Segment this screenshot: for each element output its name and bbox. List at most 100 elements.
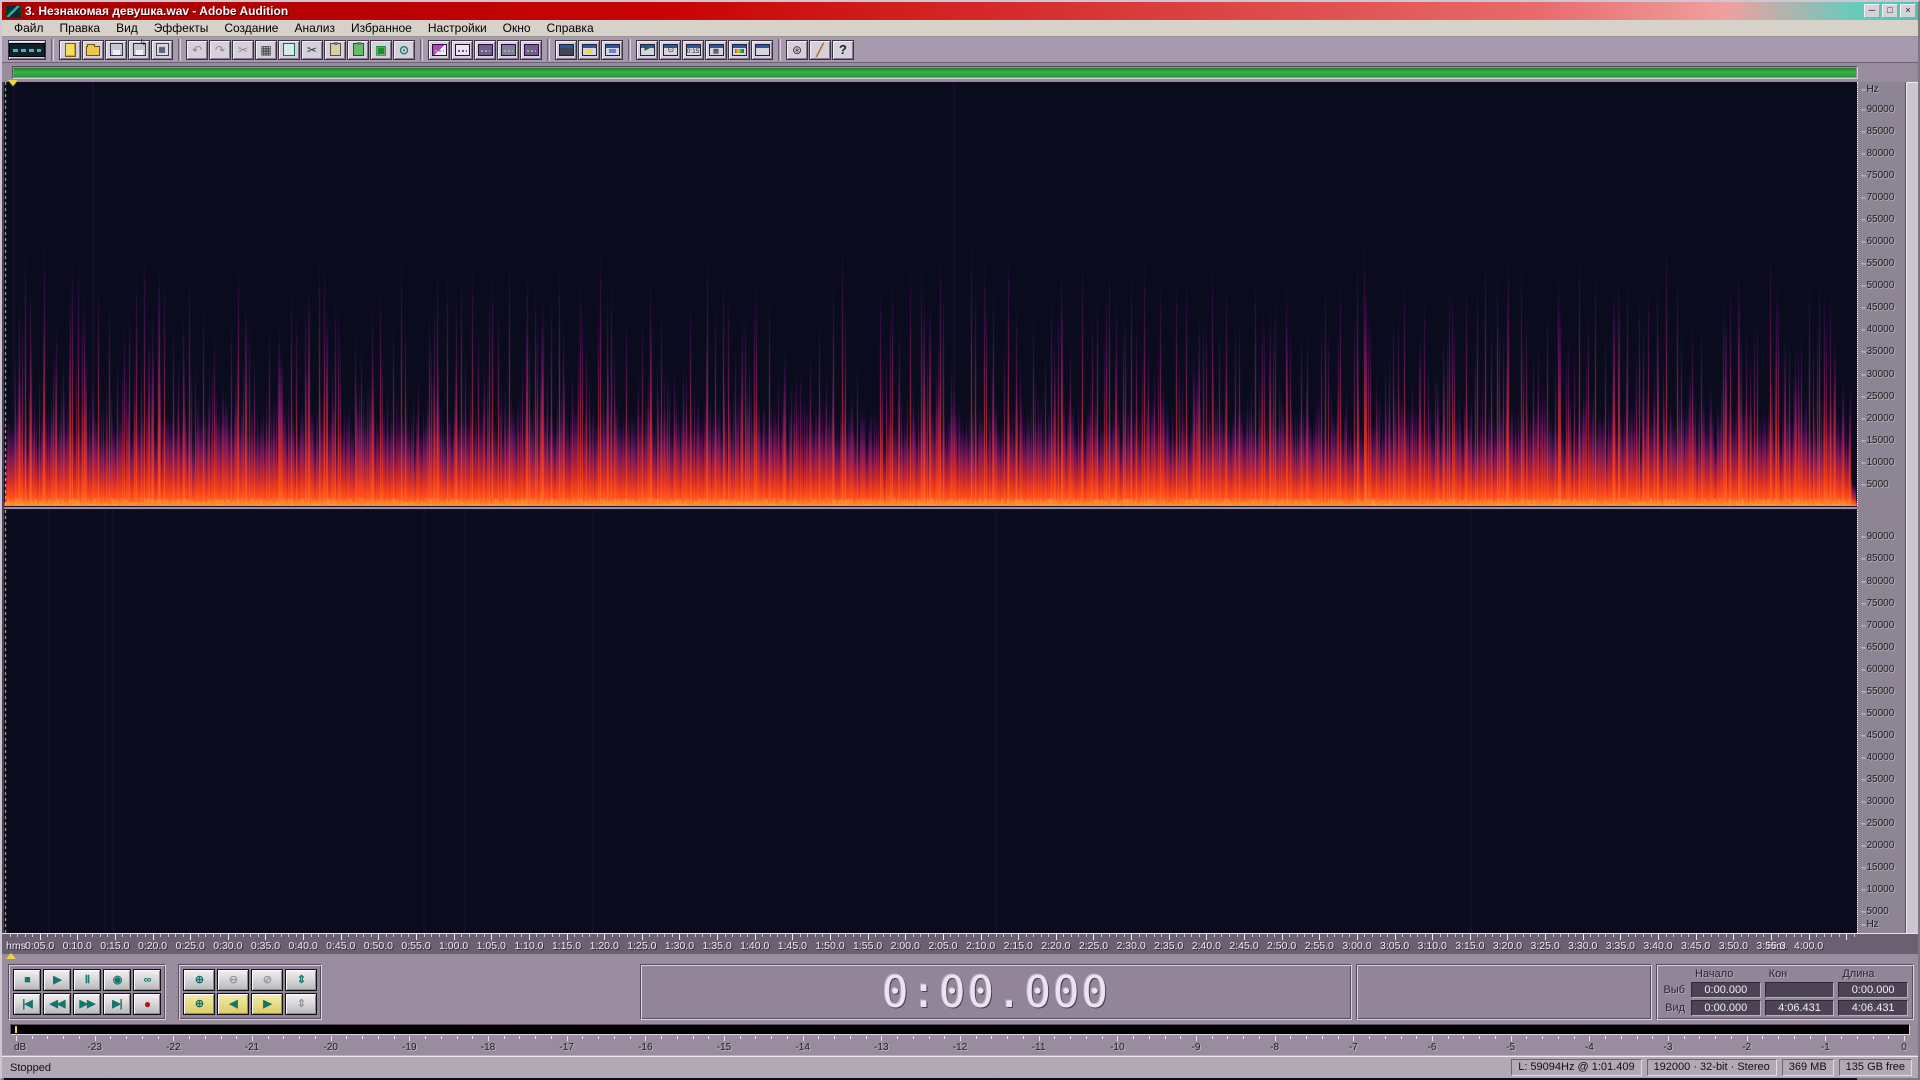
grid-panel-button[interactable]: ▦ bbox=[705, 39, 727, 60]
timeline-tick bbox=[355, 934, 357, 937]
cut-button[interactable]: ✂ bbox=[301, 39, 323, 60]
amplitude-statistics-button[interactable] bbox=[520, 39, 542, 60]
frequency-ruler[interactable]: Hz 90000 85000 80000 75000 70000 65000 60000 550… bbox=[1857, 82, 1905, 933]
menu-Правка[interactable]: Правка bbox=[52, 20, 109, 36]
level-meter[interactable] bbox=[2, 1023, 1918, 1036]
cue-list-window-button[interactable] bbox=[578, 39, 600, 60]
play-list-window-button[interactable] bbox=[601, 39, 623, 60]
db-ruler[interactable]: dB -23 -22 -21 -20 -19 -18 -17 -16 -15 -14 -13 -12 -1… bbox=[2, 1036, 1918, 1056]
phase-analysis-button[interactable] bbox=[497, 39, 519, 60]
palette-panel-button[interactable] bbox=[728, 39, 750, 60]
copy-button[interactable] bbox=[278, 39, 300, 60]
menu-Анализ[interactable]: Анализ bbox=[286, 20, 343, 36]
timeline-ruler[interactable]: hms hms 0:05.0 0:10.0 0:15.0 0:20.0 0:25.0 0:30… bbox=[2, 933, 1918, 954]
play-button[interactable]: ▶ bbox=[43, 969, 71, 991]
go-to-end-button[interactable]: ▶| bbox=[103, 993, 131, 1015]
zoom-in-button[interactable]: ⊕ bbox=[183, 969, 215, 991]
title-bar[interactable]: 3. Незнакомая девушка.wav - Adobe Auditi… bbox=[2, 2, 1918, 20]
menu-Окно[interactable]: Окно bbox=[495, 20, 539, 36]
db-tick bbox=[1762, 1036, 1764, 1039]
pause-button[interactable]: Ⅱ bbox=[73, 969, 101, 991]
close-button[interactable]: × bbox=[1900, 4, 1916, 18]
info-field[interactable]: 4:06.431 bbox=[1764, 1000, 1835, 1016]
db-label: -23 bbox=[87, 1042, 102, 1053]
timeline-label: 0:45.0 bbox=[326, 940, 356, 952]
freq-label: 90000 bbox=[1861, 531, 1894, 542]
timeline-tick bbox=[1078, 934, 1080, 937]
restore-button[interactable]: □ bbox=[1882, 4, 1898, 18]
timeline-tick bbox=[393, 934, 395, 937]
vertical-scrollbar[interactable] bbox=[1905, 82, 1918, 933]
mix-paste-button[interactable]: ▣ bbox=[370, 39, 392, 60]
scripts-button[interactable]: ⊛ bbox=[786, 39, 808, 60]
menu-Эффекты[interactable]: Эффекты bbox=[146, 20, 217, 36]
menu-Избранное[interactable]: Избранное bbox=[343, 20, 420, 36]
favorites-edit-button[interactable]: ╱ bbox=[809, 39, 831, 60]
go-to-start-button[interactable]: |◀ bbox=[13, 993, 41, 1015]
minimize-button[interactable]: ─ bbox=[1864, 4, 1880, 18]
playhead-marker-top[interactable] bbox=[8, 80, 18, 86]
db-tick bbox=[928, 1036, 930, 1039]
timeline-ticks[interactable]: hms hms 0:05.0 0:10.0 0:15.0 0:20.0 0:25.0 0:30… bbox=[2, 934, 1857, 954]
paste-button[interactable] bbox=[324, 39, 346, 60]
cursor-panel-button[interactable] bbox=[636, 39, 658, 60]
help-button[interactable]: ? bbox=[832, 39, 854, 60]
rewind-button[interactable]: ◀◀ bbox=[43, 993, 71, 1015]
db-tick bbox=[157, 1036, 159, 1039]
zoom-in-vertical-button[interactable]: ⇕ bbox=[285, 969, 317, 991]
info-field[interactable] bbox=[1764, 982, 1835, 998]
help-icon: ? bbox=[839, 41, 847, 57]
frequency-ruler-right-channel[interactable]: Hz 90000 85000 80000 75000 70000 65000 60000 550… bbox=[1857, 510, 1905, 933]
clock-panel-button[interactable] bbox=[659, 39, 681, 60]
timeline-tick bbox=[1642, 934, 1644, 937]
edit-multitrack-view-toggle-button[interactable] bbox=[8, 39, 46, 60]
info-field[interactable]: 0:00.000 bbox=[1691, 982, 1761, 998]
time-format-panel-button[interactable]: 0:15 bbox=[682, 39, 704, 60]
db-tick bbox=[1007, 1036, 1009, 1039]
record-button[interactable]: ● bbox=[133, 993, 161, 1015]
convert-sample-type-button[interactable]: ▦ bbox=[255, 39, 277, 60]
delete-selection-button[interactable]: ⊙ bbox=[393, 39, 415, 60]
info-field[interactable]: 0:00.000 bbox=[1691, 1000, 1761, 1016]
save-file-button[interactable] bbox=[105, 39, 127, 60]
trim-button[interactable]: ✂ bbox=[232, 39, 254, 60]
timeline-label: 1:20.0 bbox=[589, 940, 619, 952]
save-file-as-button[interactable] bbox=[128, 38, 150, 60]
zoom-selection-left-button[interactable]: ◀ bbox=[217, 993, 249, 1015]
paste-to-new-button[interactable] bbox=[347, 39, 369, 60]
level-meter-bar[interactable] bbox=[10, 1024, 1910, 1035]
info-field[interactable]: 4:06.431 bbox=[1838, 1000, 1908, 1016]
zoom-to-selection-button[interactable]: ⊕ bbox=[183, 993, 215, 1015]
menu-Настройки[interactable]: Настройки bbox=[420, 20, 495, 36]
fast-forward-button[interactable]: ▶▶ bbox=[73, 993, 101, 1015]
timeline-tick bbox=[671, 934, 673, 937]
menu-Вид[interactable]: Вид bbox=[108, 20, 146, 36]
timeline-tick bbox=[129, 934, 131, 937]
blank-panel-button[interactable] bbox=[751, 39, 773, 60]
redo-button[interactable]: ↷ bbox=[209, 39, 231, 60]
spectral-view-button[interactable] bbox=[451, 39, 473, 60]
frequency-analysis-button[interactable] bbox=[474, 39, 496, 60]
info-field[interactable]: 0:00.000 bbox=[1838, 982, 1908, 998]
undo-button[interactable]: ↶ bbox=[186, 39, 208, 60]
timeline-tick bbox=[799, 934, 801, 937]
open-file-button[interactable] bbox=[82, 39, 104, 60]
navigator-range-bar[interactable] bbox=[14, 68, 1856, 77]
zoom-selection-right-button[interactable]: ▶ bbox=[251, 993, 283, 1015]
freq-label: 75000 bbox=[1861, 170, 1894, 181]
loop-button[interactable]: ∞ bbox=[133, 969, 161, 991]
save-all-button[interactable]: ▦ bbox=[151, 39, 173, 60]
menu-Справка[interactable]: Справка bbox=[539, 20, 602, 36]
organizer-window-button[interactable] bbox=[555, 39, 577, 60]
new-file-button[interactable] bbox=[59, 39, 81, 60]
spectrogram-left-channel[interactable] bbox=[4, 82, 1857, 506]
menu-Создание[interactable]: Создание bbox=[216, 20, 286, 36]
frequency-ruler-left-channel[interactable]: Hz 90000 85000 80000 75000 70000 65000 60000 550… bbox=[1857, 82, 1905, 506]
play-looped-button[interactable]: ◉ bbox=[103, 969, 131, 991]
playhead-marker-bottom[interactable] bbox=[6, 953, 16, 959]
waveform-view-button[interactable] bbox=[428, 39, 450, 60]
stop-button[interactable]: ■ bbox=[13, 969, 41, 991]
menu-Файл[interactable]: Файл bbox=[6, 20, 52, 36]
timeline-tick bbox=[1070, 934, 1072, 937]
timeline-tick bbox=[1146, 934, 1148, 937]
